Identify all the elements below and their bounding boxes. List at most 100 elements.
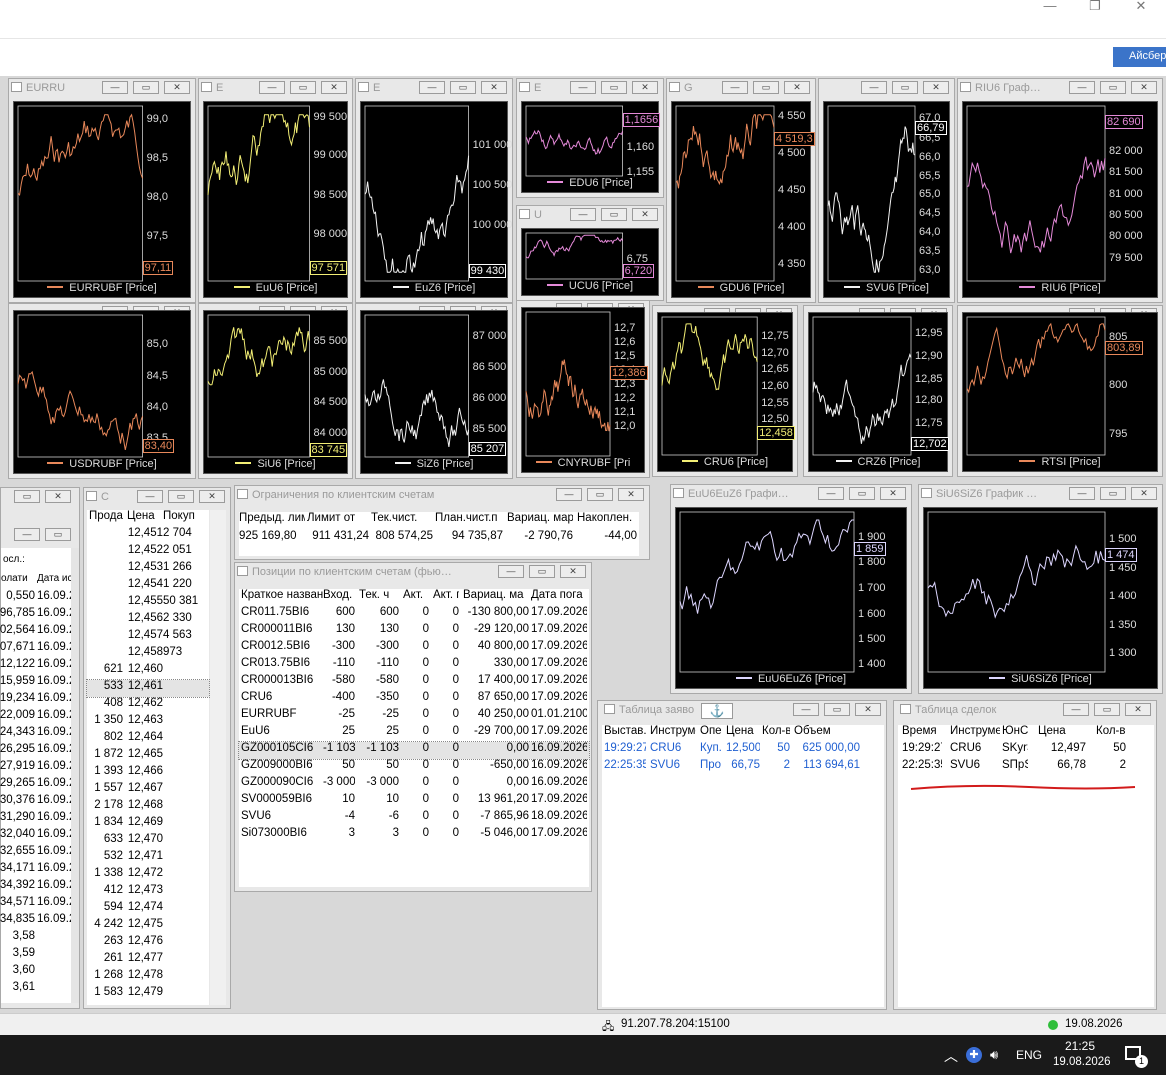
table-row[interactable]: 1 268 12,478 [87,969,209,986]
window-restore-icon[interactable]: ▭ [290,81,316,94]
chart-canvas[interactable]: 1,160 1,155 1,1656 EDU6 [Price] [521,101,661,193]
window-minimize-icon[interactable]: — [1069,81,1095,94]
table-row[interactable]: 925 169,80 911 431,24 808 574,25 94 735,87 -… [239,530,639,547]
table-row[interactable]: 15,95916.09.202 [0,675,73,692]
table-row[interactable]: 19:29:27 CRU6 SKyrS 12,497 50 [898,742,1154,759]
column-header[interactable]: Вход. [323,589,355,601]
chart-canvas[interactable]: 85 500 85 000 84 500 84 000 83 745 SiU6 [Pric… [203,310,348,474]
window-restore-icon[interactable]: ▭ [1094,703,1120,716]
table-row[interactable]: 26,29516.09.202 [0,743,73,760]
chart-canvas[interactable]: 12,95 12,90 12,85 12,80 12,75 12,702 CRZ6 [Pri… [808,312,949,472]
window-close-icon[interactable]: ✕ [632,208,658,221]
column-header[interactable]: Опе [700,725,724,737]
language-indicator[interactable]: ENG [1016,1048,1042,1062]
table-row[interactable]: GZ000090CI6 -3 000 -3 000 0 0 0,00 16.09.2026 [239,776,589,793]
window-minimize-icon[interactable]: — [419,81,445,94]
table-row[interactable]: 412 12,473 [87,884,209,901]
column-header[interactable]: Акт. г [433,589,459,601]
chart-canvas[interactable]: 12,712,612,512,412,312,212,112,012,386CN… [521,307,648,473]
window-restore-icon[interactable]: ▭ [133,81,159,94]
chart-canvas[interactable]: 4 550 4 500 4 450 4 400 4 350 4 519,3 GDU6 [Pr… [671,101,815,298]
window-minimize-icon[interactable]: — [793,703,819,716]
table-row[interactable]: 408 12,462 [87,697,209,714]
window-minimize-icon[interactable]: — [498,565,524,578]
table-row[interactable]: CR013.75BI6 -110 -110 0 0 330,00 17.09.2026 [239,657,589,674]
window-close-icon[interactable]: ✕ [560,565,586,578]
table-row[interactable]: 0,55016.09.202 [1,590,73,607]
table-row[interactable]: 3,59 [1,947,71,964]
window-minimize-icon[interactable]: — [1069,487,1095,500]
table-row[interactable]: 12,456 2 330 [87,612,209,629]
window-minimize-icon[interactable]: — [137,490,163,503]
table-row[interactable]: 31,29016.09.202 [0,811,73,828]
window-restore-icon[interactable]: ▭ [1100,487,1126,500]
window-restore-icon[interactable]: ▭ [601,81,627,94]
column-header[interactable]: План.чист.п [435,512,503,524]
minimize-icon[interactable]: — [1030,0,1070,14]
table-row[interactable]: 12,458 973 [87,646,209,663]
column-header[interactable]: Цена [726,725,760,737]
chart-canvas[interactable]: 6,75 6,720 UCU6 [Price] [521,228,659,296]
column-header[interactable]: Инструме [650,725,696,737]
column-header[interactable]: Кол-в [1096,725,1126,737]
window-minimize-icon[interactable]: — [570,208,596,221]
clock-time[interactable]: 21:25 [1065,1039,1095,1053]
chart-canvas[interactable]: 1 500 1 450 1 400 1 350 1 300 1 474 SiU6SiZ6 [… [923,507,1158,689]
window-close-icon[interactable]: ✕ [1131,81,1157,94]
column-header[interactable]: Вариац. ма [463,589,529,601]
window-minimize-icon[interactable]: — [722,81,748,94]
table-row[interactable]: 07,67116.09.202 [0,641,73,658]
column-header[interactable]: Краткое назван [241,589,323,601]
table-row[interactable]: 3,61 [1,981,71,998]
chart-canvas[interactable]: 101 000 100 500 100 000 99 430 EuZ6 [Price] [360,101,512,298]
column-header[interactable]: Инструме [950,725,1000,737]
window-restore-icon[interactable]: ▭ [450,81,476,94]
volume-icon[interactable]: 🔊︎ [990,1047,998,1063]
table-row[interactable]: 1 583 12,479 [87,986,209,1003]
table-row[interactable]: 12,457 4 563 [87,629,209,646]
table-row[interactable]: 1 338 12,472 [87,867,209,884]
column-header[interactable]: Тек. ч [359,589,399,601]
window-restore-icon[interactable]: ▭ [529,565,555,578]
column-header[interactable]: Предыд. лим [239,512,305,524]
table-row[interactable]: 12,452 2 051 [87,544,209,561]
table-row[interactable]: EuU6 25 25 0 0 -29 700,00 17.09.2026 [239,725,589,742]
window-minimize-icon[interactable]: — [818,487,844,500]
window-restore-icon[interactable]: ▭ [14,490,40,503]
chart-canvas[interactable]: 67,0 66,5 66,0 65,5 65,0 64,5 64,0 63,5 63,0 66,7… [823,101,950,298]
table-row[interactable]: 34,83516.09.202 [0,913,73,930]
table-row[interactable]: 4 242 12,475 [87,918,209,935]
chart-canvas[interactable]: 1 900 1 800 1 700 1 600 1 500 1 400 1 859 EuU6E… [675,507,907,689]
table-row[interactable]: 1 557 12,467 [87,782,209,799]
column-header[interactable]: Выстав. [604,725,646,737]
table-row[interactable]: 12,453 1 266 [87,561,209,578]
table-row[interactable]: CR000013BI6 -580 -580 0 0 17 400,00 17.09.2026 [239,674,589,691]
table-row[interactable]: 34,57116.09.202 [0,896,73,913]
table-row[interactable]: 22:25:35 SVU6 SПрS 66,78 2 [898,759,1154,776]
window-restore-icon[interactable]: ▭ [168,490,194,503]
table-row[interactable]: 1 350 12,463 [87,714,209,731]
column-header[interactable]: Кол-в [762,725,790,737]
window-restore-icon[interactable]: ▭ [601,208,627,221]
column-header[interactable]: Прода [89,510,123,522]
vertical-scrollbar[interactable] [71,548,79,1003]
table-row[interactable]: 621 12,460 [87,663,209,680]
table-row[interactable]: CR0012.5BI6 -300 -300 0 0 40 800,00 17.09.2026 [239,640,589,657]
table-row[interactable]: GZ009000BI6 50 50 0 0 -650,00 16.09.2026 [239,759,589,776]
window-close-icon[interactable]: ✕ [199,490,225,503]
window-restore-icon[interactable]: ▭ [1100,81,1126,94]
table-row[interactable]: 29,26516.09.202 [0,777,73,794]
column-header[interactable]: Объем [794,725,860,737]
iceberg-button[interactable]: Айсбер [1113,47,1166,67]
table-row[interactable]: 532 12,471 [87,850,209,867]
table-row[interactable]: 3,58 [1,930,71,947]
window-restore-icon[interactable]: ▭ [892,81,918,94]
app-tray-icon[interactable]: ✚ [966,1047,982,1063]
table-row[interactable]: 633 12,470 [87,833,209,850]
window-restore-icon[interactable]: ▭ [849,487,875,500]
vertical-scrollbar[interactable] [210,510,226,1005]
table-row[interactable]: 22,00916.09.202 [0,709,73,726]
window-close-icon[interactable]: ✕ [855,703,881,716]
column-header[interactable]: Накоплен. [577,512,637,524]
chart-canvas[interactable]: 805 800 795 803,89 RTSI [Price] [962,312,1158,472]
